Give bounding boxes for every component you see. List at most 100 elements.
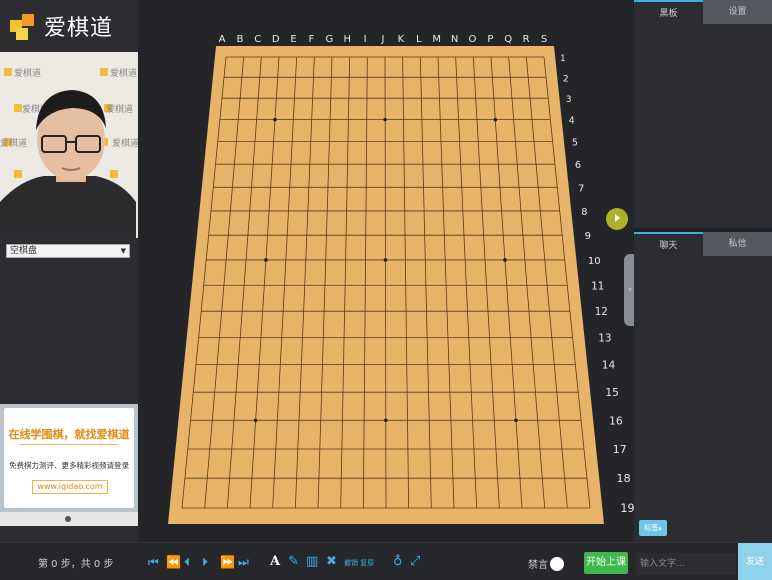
- column-label: L: [416, 34, 422, 45]
- row-label: 16: [609, 414, 623, 427]
- video-watermark: 爱棋道: [14, 67, 41, 79]
- mute-toggle[interactable]: [550, 557, 564, 571]
- row-label: 18: [617, 472, 631, 485]
- promo-card: 在线学围棋，就找爱棋道 免费棋力测评、更多精彩视频请登录 www.iqidao.…: [4, 408, 134, 508]
- top-tabbar: 黑板 设置: [634, 0, 772, 24]
- row-label: 11: [591, 281, 604, 292]
- column-label: A: [219, 34, 226, 45]
- promo-banner[interactable]: 在线学围棋，就找爱棋道 免费棋力测评、更多精彩视频请登录 www.iqidao.…: [0, 404, 138, 512]
- star-point: [383, 117, 387, 122]
- row-label: 19: [620, 502, 634, 515]
- board-select-value: 空棋盘: [10, 246, 38, 256]
- row-label: 1: [560, 54, 566, 64]
- row-label: 15: [605, 386, 619, 399]
- column-label: Q: [504, 34, 512, 45]
- brush-icon[interactable]: ✎: [288, 554, 299, 569]
- chat-messages: [634, 256, 772, 542]
- tag-button[interactable]: 标签▴: [639, 520, 667, 536]
- video-watermark: 爱棋道: [106, 103, 133, 115]
- row-label: 8: [581, 207, 587, 218]
- send-button[interactable]: 发送: [738, 543, 772, 580]
- go-board[interactable]: A B C D E F G H I J K L M N O P Q R S123456789101112131415…: [138, 0, 634, 542]
- chat-input[interactable]: 输入文字...: [636, 553, 736, 575]
- tab-private[interactable]: 私信: [703, 232, 772, 256]
- column-label: N: [451, 34, 458, 45]
- promo-headline: 在线学围棋，就找爱棋道: [8, 428, 130, 441]
- next-fast-icon[interactable]: ⏩: [220, 555, 235, 569]
- row-label: 17: [613, 443, 627, 456]
- star-point: [273, 117, 277, 122]
- column-label: P: [487, 34, 493, 45]
- row-label: 7: [578, 183, 584, 194]
- row-label: 13: [598, 333, 611, 345]
- column-label: S: [541, 34, 547, 45]
- row-label: 2: [563, 74, 569, 84]
- row-label: 12: [595, 306, 608, 318]
- column-label: R: [523, 34, 530, 45]
- last-icon[interactable]: ⏭: [238, 555, 249, 570]
- mouse-cursor-indicator: [606, 208, 628, 230]
- undo-redo-button[interactable]: 撤销 复原: [344, 558, 374, 568]
- app-root: 爱棋道 爱棋道 爱棋道 爱棋道 爱棋道 爱棋道 爱棋道 空棋盘 ▼ 在线学围棋，…: [0, 0, 772, 580]
- teacher-video: 爱棋道 爱棋道 爱棋道 爱棋道 爱棋道 爱棋道: [0, 52, 138, 238]
- video-watermark: 爱棋道: [0, 137, 27, 149]
- column-label: F: [309, 34, 315, 45]
- hint-bulb-icon[interactable]: ♁: [393, 554, 403, 569]
- column-label: E: [290, 34, 296, 45]
- column-label: C: [254, 34, 261, 45]
- brand-logo: 爱棋道: [0, 0, 138, 52]
- star-point: [264, 258, 268, 262]
- left-sidebar: 爱棋道 爱棋道 爱棋道 爱棋道 爱棋道 爱棋道 爱棋道 空棋盘 ▼ 在线学围棋，…: [0, 0, 138, 542]
- start-class-button[interactable]: 开始上课: [584, 552, 628, 574]
- star-point: [383, 258, 388, 262]
- column-label: I: [364, 34, 367, 45]
- star-point: [503, 258, 507, 262]
- mute-label: 禁言: [528, 560, 548, 571]
- tab-settings[interactable]: 设置: [703, 0, 772, 24]
- logo-mark-icon: [10, 14, 34, 40]
- fullscreen-icon[interactable]: ⤢: [410, 554, 420, 569]
- prev-icon[interactable]: ⏴: [184, 555, 190, 570]
- cursor-pointer-icon: [615, 214, 620, 222]
- video-watermark: 爱棋道: [112, 137, 138, 149]
- row-label: 14: [602, 360, 616, 372]
- chart-icon[interactable]: ▥: [306, 554, 318, 569]
- column-label: J: [381, 34, 385, 45]
- clear-icon[interactable]: ✖: [326, 554, 337, 569]
- chat-tabbar: 聊天 私信: [634, 232, 772, 256]
- board-area: A B C D E F G H I J K L M N O P Q R S 1 2 3 4 5 6 7 8 9 10 11 12 13 14 15…: [138, 0, 634, 542]
- bottom-toolbar: 第 0 步，共 0 步 ⏮ ⏪ ⏴ ⏵ ⏩ ⏭ A ✎ ▥ ✖ 撤销 复原 ♁ …: [0, 542, 772, 580]
- text-tool-button[interactable]: A: [270, 554, 280, 569]
- star-point: [253, 418, 258, 423]
- chevron-right-icon: ›: [628, 285, 632, 295]
- row-label: 10: [588, 256, 601, 267]
- blackboard-panel: [634, 24, 772, 230]
- column-label: H: [343, 34, 351, 45]
- tab-chat[interactable]: 聊天: [634, 232, 703, 256]
- tab-blackboard[interactable]: 黑板: [634, 0, 703, 24]
- next-icon[interactable]: ⏵: [202, 555, 208, 570]
- pager-dot[interactable]: [65, 516, 71, 522]
- row-label: 3: [566, 94, 572, 105]
- column-label: D: [272, 34, 280, 45]
- step-counter: 第 0 步，共 0 步: [38, 559, 114, 570]
- video-watermark: 爱棋道: [110, 67, 137, 79]
- promo-url[interactable]: www.iqidao.com: [32, 480, 108, 494]
- column-label: G: [325, 34, 333, 45]
- prev-fast-icon[interactable]: ⏪: [166, 555, 181, 569]
- star-point: [493, 117, 498, 122]
- row-label: 5: [572, 138, 578, 149]
- promo-subtext: 免费棋力测评、更多精彩视频请登录: [9, 461, 129, 470]
- chevron-down-icon: ▼: [120, 247, 126, 255]
- star-point: [384, 418, 388, 423]
- first-icon[interactable]: ⏮: [148, 555, 159, 570]
- right-panel: 黑板 设置 聊天 私信 标签▴: [634, 0, 772, 542]
- logo-text: 爱棋道: [44, 16, 114, 41]
- board-select[interactable]: 空棋盘 ▼: [6, 244, 130, 258]
- promo-pager: [0, 512, 138, 526]
- column-label: O: [469, 34, 477, 45]
- row-label: 6: [575, 160, 581, 171]
- row-label: 9: [585, 231, 591, 242]
- star-point: [514, 418, 518, 423]
- column-label: M: [432, 34, 441, 45]
